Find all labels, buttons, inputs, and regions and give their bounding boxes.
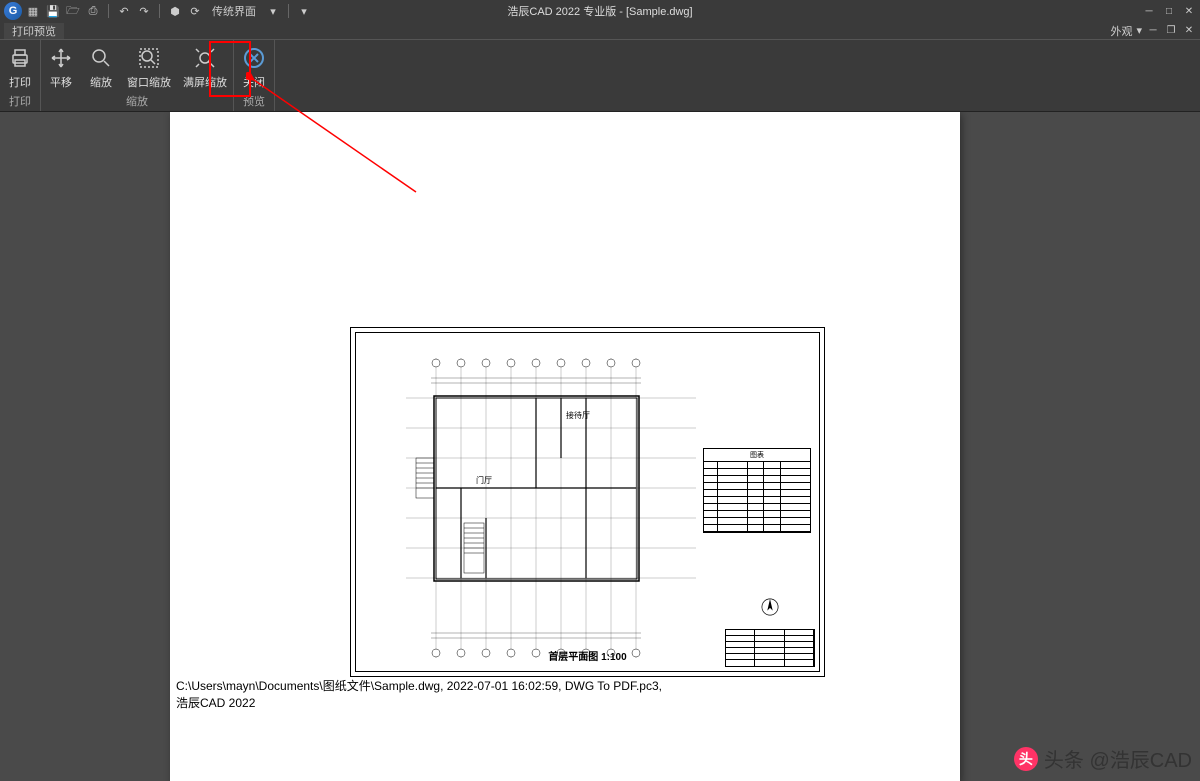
drawing-title: 首层平面图 1:100 — [356, 648, 819, 663]
tab-strip: 打印预览 外观 ▾ ─ ❐ ✕ — [0, 22, 1200, 40]
paper-sheet: 接待厅 门厅 图表 — [170, 112, 960, 781]
cube-icon[interactable]: ⬢ — [168, 4, 182, 18]
print-button[interactable]: 打印 — [0, 42, 40, 92]
room-label: 门厅 — [476, 475, 492, 485]
doc-restore-button[interactable]: ❐ — [1164, 24, 1178, 38]
tab-print-preview[interactable]: 打印预览 — [4, 23, 64, 39]
close-button[interactable]: ✕ — [1182, 4, 1196, 18]
group-title-preview: 预览 — [243, 92, 265, 110]
printer-icon — [6, 44, 34, 72]
quick-access-toolbar: ▦ 💾 🗁 ⎙ ↶ ↷ ⬢ ⟳ 传统界面 ▾ ▾ — [26, 3, 311, 19]
ribbon-group-zoom: 平移 缩放 窗口缩放 满屏缩放 缩放 — [41, 40, 234, 111]
refresh-icon[interactable]: ⟳ — [188, 4, 202, 18]
floor-plan: 接待厅 门厅 — [406, 358, 696, 658]
magnify-icon — [87, 44, 115, 72]
room-label: 接待厅 — [566, 410, 590, 420]
window-title: 浩辰CAD 2022 专业版 - [Sample.dwg] — [507, 3, 692, 19]
preview-canvas[interactable]: 接待厅 门厅 图表 — [0, 112, 1200, 781]
watermark-text: 头条 @浩辰CAD — [1044, 744, 1192, 773]
print-info-text: C:\Users\mayn\Documents\图纸文件\Sample.dwg,… — [176, 678, 950, 712]
save-icon[interactable]: 💾 — [46, 4, 60, 18]
zoom-button[interactable]: 缩放 — [81, 42, 121, 92]
maximize-button[interactable]: □ — [1162, 4, 1176, 18]
ribbon-group-print: 打印 打印 — [0, 40, 41, 111]
toutiao-icon: 头 — [1014, 747, 1038, 771]
app-logo-icon: G — [4, 2, 22, 20]
ribbon-toolbar: 打印 打印 平移 缩放 窗口缩放 — [0, 40, 1200, 112]
drawing-border: 接待厅 门厅 图表 — [350, 327, 825, 677]
group-title-zoom: 缩放 — [126, 92, 148, 110]
zoom-window-button[interactable]: 窗口缩放 — [121, 42, 177, 92]
window-controls: ─ □ ✕ — [1142, 4, 1196, 18]
watermark: 头 头条 @浩辰CAD — [1014, 744, 1192, 773]
minimize-button[interactable]: ─ — [1142, 4, 1156, 18]
dropdown-icon[interactable]: ▾ — [266, 4, 280, 18]
close-preview-button[interactable]: 关闭 — [234, 42, 274, 92]
redo-icon[interactable]: ↷ — [137, 4, 151, 18]
ribbon-group-preview: 关闭 预览 — [234, 40, 275, 111]
doc-close-button[interactable]: ✕ — [1182, 24, 1196, 38]
more-icon[interactable]: ▾ — [297, 4, 311, 18]
appearance-dropdown-icon[interactable]: ▾ — [1136, 24, 1142, 37]
ui-style-label[interactable]: 传统界面 — [208, 3, 260, 19]
title-bar: G ▦ 💾 🗁 ⎙ ↶ ↷ ⬢ ⟳ 传统界面 ▾ ▾ 浩辰CAD 2022 专业… — [0, 0, 1200, 22]
zoom-fit-button[interactable]: 满屏缩放 — [177, 42, 233, 92]
pan-button[interactable]: 平移 — [41, 42, 81, 92]
open-icon[interactable]: 🗁 — [66, 4, 80, 18]
zoom-fit-icon — [191, 44, 219, 72]
legend-table: 图表 — [703, 448, 811, 533]
new-icon[interactable]: ▦ — [26, 4, 40, 18]
print-icon[interactable]: ⎙ — [86, 4, 100, 18]
close-circle-icon — [240, 44, 268, 72]
zoom-window-icon — [135, 44, 163, 72]
undo-icon[interactable]: ↶ — [117, 4, 131, 18]
appearance-menu[interactable]: 外观 — [1110, 23, 1132, 39]
pan-icon — [47, 44, 75, 72]
north-arrow-icon — [761, 598, 779, 616]
doc-minimize-button[interactable]: ─ — [1146, 24, 1160, 38]
group-title-print: 打印 — [9, 92, 31, 110]
